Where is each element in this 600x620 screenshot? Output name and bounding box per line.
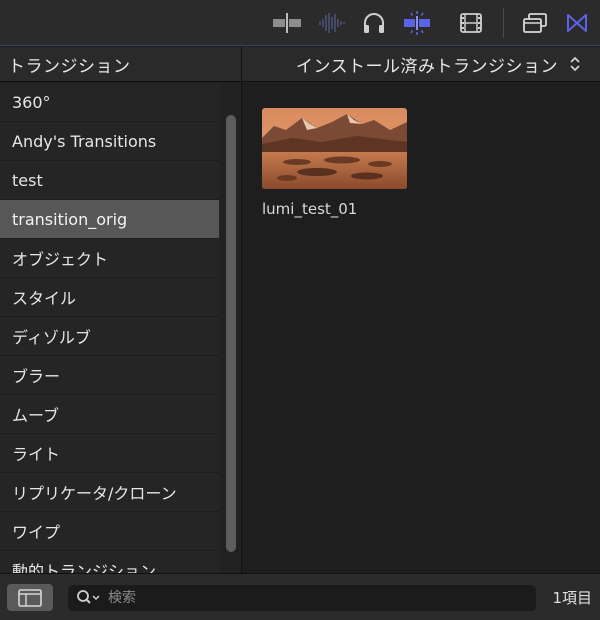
search-input[interactable]: [106, 585, 526, 611]
transition-thumbnail[interactable]: [262, 108, 407, 189]
sidebar-layout-icon: [18, 588, 42, 607]
sidebar-item-label: Andy's Transitions: [12, 131, 157, 151]
browser-header: トランジション インストール済みトランジション: [0, 47, 600, 82]
sidebar-item[interactable]: 動的トランジション: [0, 551, 219, 573]
sidebar-item[interactable]: スタイル: [0, 278, 219, 317]
sidebar-item-label: ライト: [12, 445, 61, 464]
mountain-lake-thumbnail: [262, 108, 407, 189]
content-title[interactable]: インストール済みトランジション: [296, 52, 558, 77]
sidebar-item[interactable]: ディゾルブ: [0, 317, 219, 356]
sidebar-item[interactable]: ムーブ: [0, 395, 219, 434]
search-field[interactable]: [68, 585, 536, 611]
sidebar-item[interactable]: オブジェクト: [0, 239, 219, 278]
sidebar-item-label: 360°: [12, 92, 51, 112]
snapping-icon[interactable]: [402, 10, 432, 36]
sidebar-title: トランジション: [0, 47, 242, 82]
trim-icon[interactable]: [272, 10, 302, 36]
sidebar-item-label: ムーブ: [12, 406, 60, 425]
sidebar-item-label: オブジェクト: [12, 250, 109, 269]
sidebar-item-label: transition_orig: [12, 209, 128, 229]
audio-waveform-icon[interactable]: [318, 10, 346, 36]
sidebar-item[interactable]: リプリケータ/クローン: [0, 473, 219, 512]
sidebar-item-label: リプリケータ/クローン: [12, 484, 177, 503]
sidebar-item[interactable]: test: [0, 161, 219, 200]
sidebar-item[interactable]: ブラー: [0, 356, 219, 395]
sidebar-item-label: ブラー: [12, 367, 61, 386]
transition-browser: lumi_test_01: [243, 83, 600, 573]
sidebar-item[interactable]: ライト: [0, 434, 219, 473]
up-down-chevron-icon[interactable]: [568, 55, 582, 73]
sidebar-scrollbar[interactable]: [220, 83, 241, 573]
window-arrange-icon[interactable]: [522, 10, 548, 36]
item-count: 1項目: [552, 589, 592, 607]
filmstrip-icon[interactable]: [460, 10, 482, 36]
sidebar-toggle-button[interactable]: [7, 584, 53, 611]
transition-name[interactable]: lumi_test_01: [262, 200, 357, 218]
sidebar-item-label: ディゾルブ: [12, 328, 91, 347]
search-icon[interactable]: [76, 589, 102, 607]
sidebar-item-label: ワイプ: [12, 523, 61, 542]
transitions-icon[interactable]: [565, 10, 589, 36]
bottom-bar: 1項目: [0, 573, 600, 620]
category-list: 360° Andy's Transitions test transition_ori…: [0, 83, 219, 573]
sidebar-item[interactable]: transition_orig: [0, 200, 219, 239]
sidebar-item-label: スタイル: [12, 289, 77, 308]
sidebar-item[interactable]: Andy's Transitions: [0, 122, 219, 161]
sidebar-item[interactable]: ワイプ: [0, 512, 219, 551]
sidebar-scroll-thumb[interactable]: [226, 115, 236, 552]
toolbar-separator: [503, 8, 504, 38]
sidebar-item-label: 動的トランジション: [12, 562, 157, 573]
toolbar: [0, 0, 600, 46]
headphones-icon[interactable]: [362, 10, 386, 36]
sidebar-item[interactable]: 360°: [0, 83, 219, 122]
category-sidebar: 360° Andy's Transitions test transition_ori…: [0, 83, 242, 573]
sidebar-item-label: test: [12, 170, 43, 190]
content-title-selector[interactable]: インストール済みトランジション: [243, 47, 600, 82]
